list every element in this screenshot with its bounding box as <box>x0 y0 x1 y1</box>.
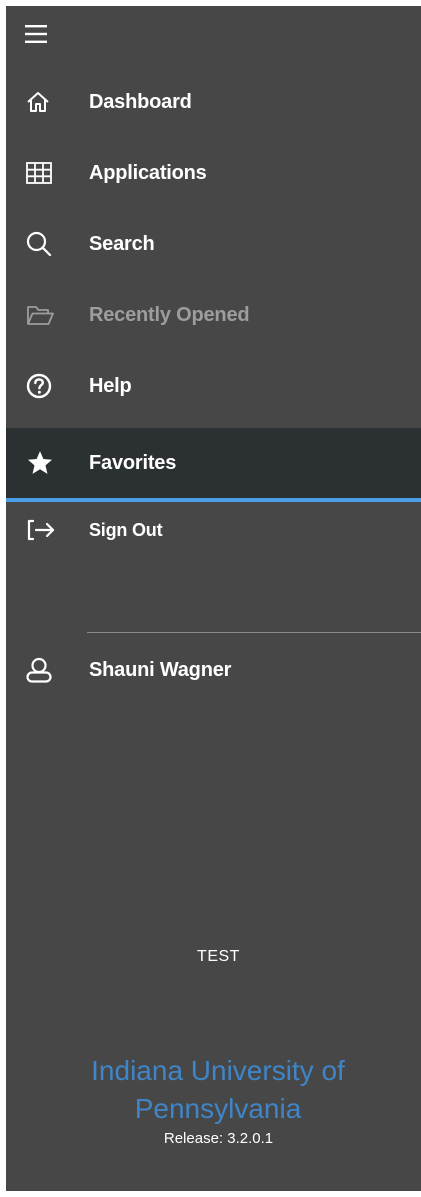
nav-item-label: Help <box>89 374 132 397</box>
institution-name: Indiana University of Pennsylvania <box>91 1055 345 1124</box>
user-name: Shauni Wagner <box>89 658 232 681</box>
nav-item-label: Favorites <box>89 451 177 474</box>
nav-item-favorites[interactable]: Favorites <box>6 428 421 502</box>
user-profile-item[interactable]: Shauni Wagner <box>6 635 421 705</box>
nav-item-applications[interactable]: Applications <box>6 138 421 208</box>
nav-item-label: Applications <box>89 161 207 184</box>
home-icon <box>26 87 70 117</box>
nav-item-sign-out[interactable]: Sign Out <box>6 495 421 565</box>
help-icon <box>26 371 70 401</box>
user-icon <box>26 655 70 685</box>
nav-item-search[interactable]: Search <box>6 209 421 279</box>
search-icon <box>26 229 70 259</box>
star-icon <box>26 448 70 478</box>
nav-item-label: Recently Opened <box>89 303 250 326</box>
nav-item-dashboard[interactable]: Dashboard <box>6 67 421 137</box>
folder-open-icon <box>26 300 70 330</box>
sign-out-icon <box>26 515 70 545</box>
environment-label: TEST <box>197 948 240 965</box>
nav-item-label: Search <box>89 232 155 255</box>
menu-toggle-button[interactable] <box>6 6 66 62</box>
menu-divider <box>87 632 421 633</box>
nav-item-label: Sign Out <box>89 519 163 540</box>
nav-item-help[interactable]: Help <box>6 351 421 421</box>
release-version: Release: 3.2.0.1 <box>163 1130 274 1147</box>
hamburger-icon <box>25 24 47 44</box>
navigation-panel: Dashboard Applications Search Recently O… <box>6 6 421 1191</box>
nav-item-label: Dashboard <box>89 90 192 113</box>
grid-icon <box>26 158 70 188</box>
nav-item-recently-opened[interactable]: Recently Opened <box>6 280 421 350</box>
